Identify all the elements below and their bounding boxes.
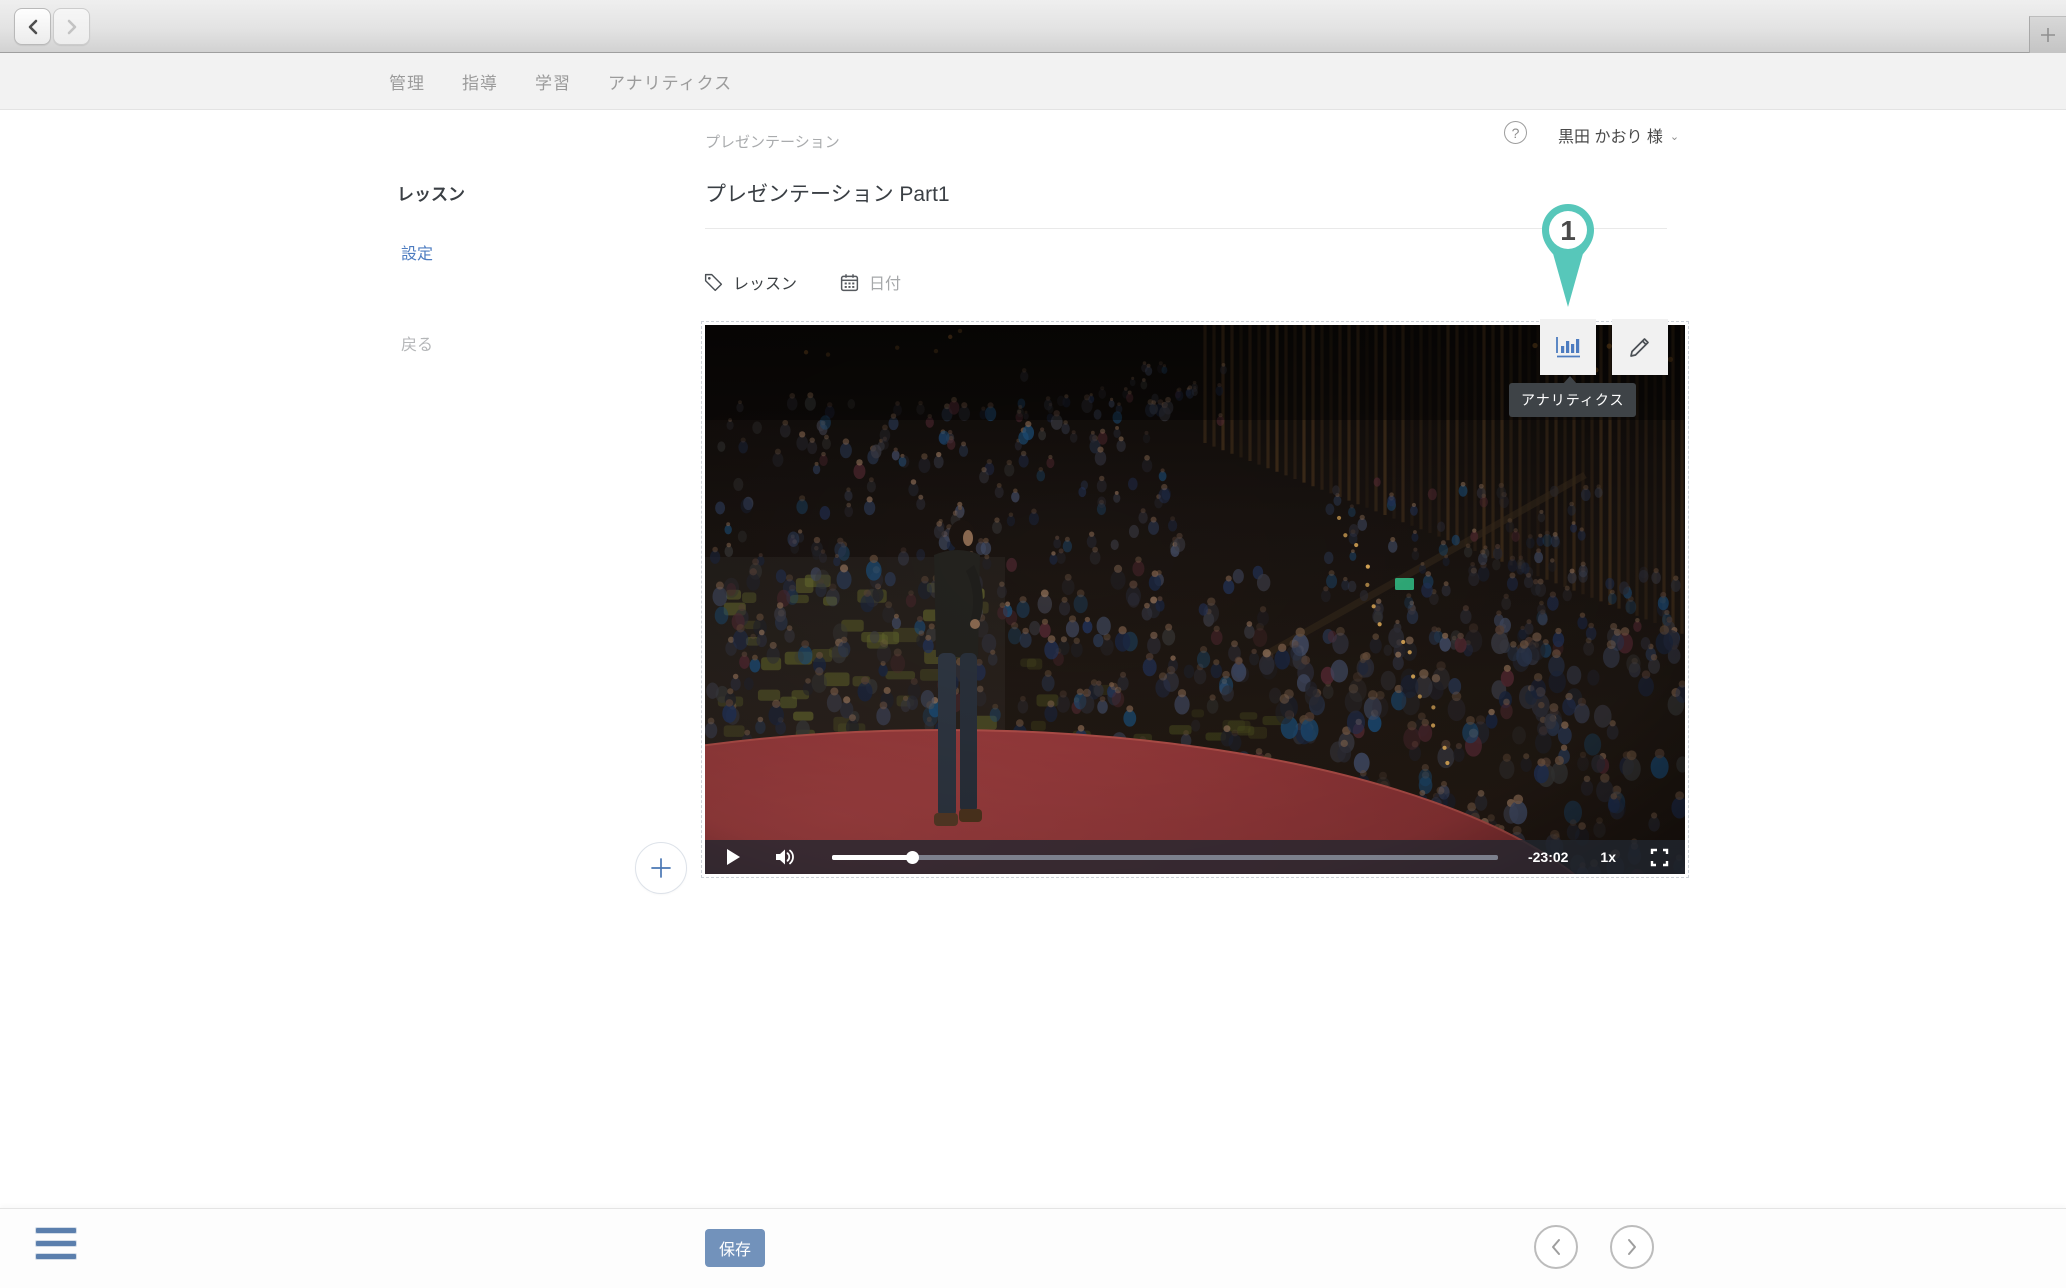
play-button[interactable] xyxy=(727,849,740,865)
nav-item-learning[interactable]: 学習 xyxy=(535,69,571,94)
tag-lesson-button[interactable]: レッスン xyxy=(733,270,797,294)
browser-back-button[interactable] xyxy=(14,8,51,45)
nav-item-instruction[interactable]: 指導 xyxy=(462,69,498,94)
volume-button[interactable] xyxy=(774,847,796,867)
previous-button[interactable] xyxy=(1534,1225,1578,1269)
annotation-pin-number: 1 xyxy=(1560,215,1576,246)
progress-fill xyxy=(832,855,912,860)
playback-speed-button[interactable]: 1x xyxy=(1600,849,1616,865)
hamburger-icon xyxy=(36,1228,76,1233)
browser-new-tab-button[interactable] xyxy=(2029,16,2066,53)
add-content-button[interactable] xyxy=(635,842,687,894)
menu-button[interactable] xyxy=(36,1228,76,1259)
speaker-icon xyxy=(774,847,796,867)
chevron-down-icon: ⌄ xyxy=(1670,130,1679,143)
sidebar-item-lesson[interactable]: レッスン xyxy=(397,180,465,205)
next-button[interactable] xyxy=(1610,1225,1654,1269)
page-title: プレゼンテーション Part1 xyxy=(705,178,950,208)
save-button[interactable]: 保存 xyxy=(705,1229,765,1267)
tag-icon xyxy=(703,272,724,293)
main-nav: 管理 指導 学習 アナリティクス xyxy=(389,53,732,110)
browser-chrome xyxy=(0,0,2066,53)
title-divider xyxy=(705,228,1667,229)
user-name: 黒田 かおり 様 xyxy=(1558,123,1663,147)
plus-icon xyxy=(2038,25,2058,45)
sidebar-item-settings[interactable]: 設定 xyxy=(401,240,433,264)
user-menu[interactable]: 黒田 かおり 様 ⌄ xyxy=(1558,123,1679,147)
browser-forward-button[interactable] xyxy=(53,8,90,45)
plus-icon xyxy=(649,856,673,880)
sidebar-item-back[interactable]: 戻る xyxy=(401,331,433,355)
breadcrumb[interactable]: プレゼンテーション xyxy=(705,131,840,152)
analytics-tooltip: アナリティクス xyxy=(1509,383,1636,417)
progress-handle[interactable] xyxy=(906,851,919,864)
nav-item-analytics[interactable]: アナリティクス xyxy=(608,69,732,94)
app-navbar: 管理 指導 学習 アナリティクス ? 黒田 かおり 様 ⌄ xyxy=(0,53,2066,110)
pencil-icon xyxy=(1627,334,1653,360)
chevron-right-icon xyxy=(65,19,79,35)
calendar-icon xyxy=(839,272,860,293)
video-controls-bar: -23:02 1x xyxy=(705,840,1685,874)
nav-item-management[interactable]: 管理 xyxy=(389,69,425,94)
bar-chart-icon xyxy=(1555,335,1581,359)
chevron-right-icon xyxy=(1624,1238,1640,1256)
edit-button[interactable] xyxy=(1612,319,1668,375)
time-remaining: -23:02 xyxy=(1528,849,1568,865)
tag-row: レッスン 日付 xyxy=(703,270,901,294)
chevron-left-icon xyxy=(26,19,40,35)
tag-date-button[interactable]: 日付 xyxy=(869,270,901,294)
analytics-button[interactable] xyxy=(1540,319,1596,375)
chevron-left-icon xyxy=(1548,1238,1564,1256)
footer-bar: 保存 xyxy=(0,1208,2066,1288)
progress-bar[interactable] xyxy=(832,855,1498,860)
help-icon[interactable]: ? xyxy=(1504,121,1527,144)
annotation-pin-badge: 1 xyxy=(1539,202,1597,310)
fullscreen-button[interactable] xyxy=(1650,848,1669,867)
fullscreen-icon xyxy=(1650,848,1669,867)
